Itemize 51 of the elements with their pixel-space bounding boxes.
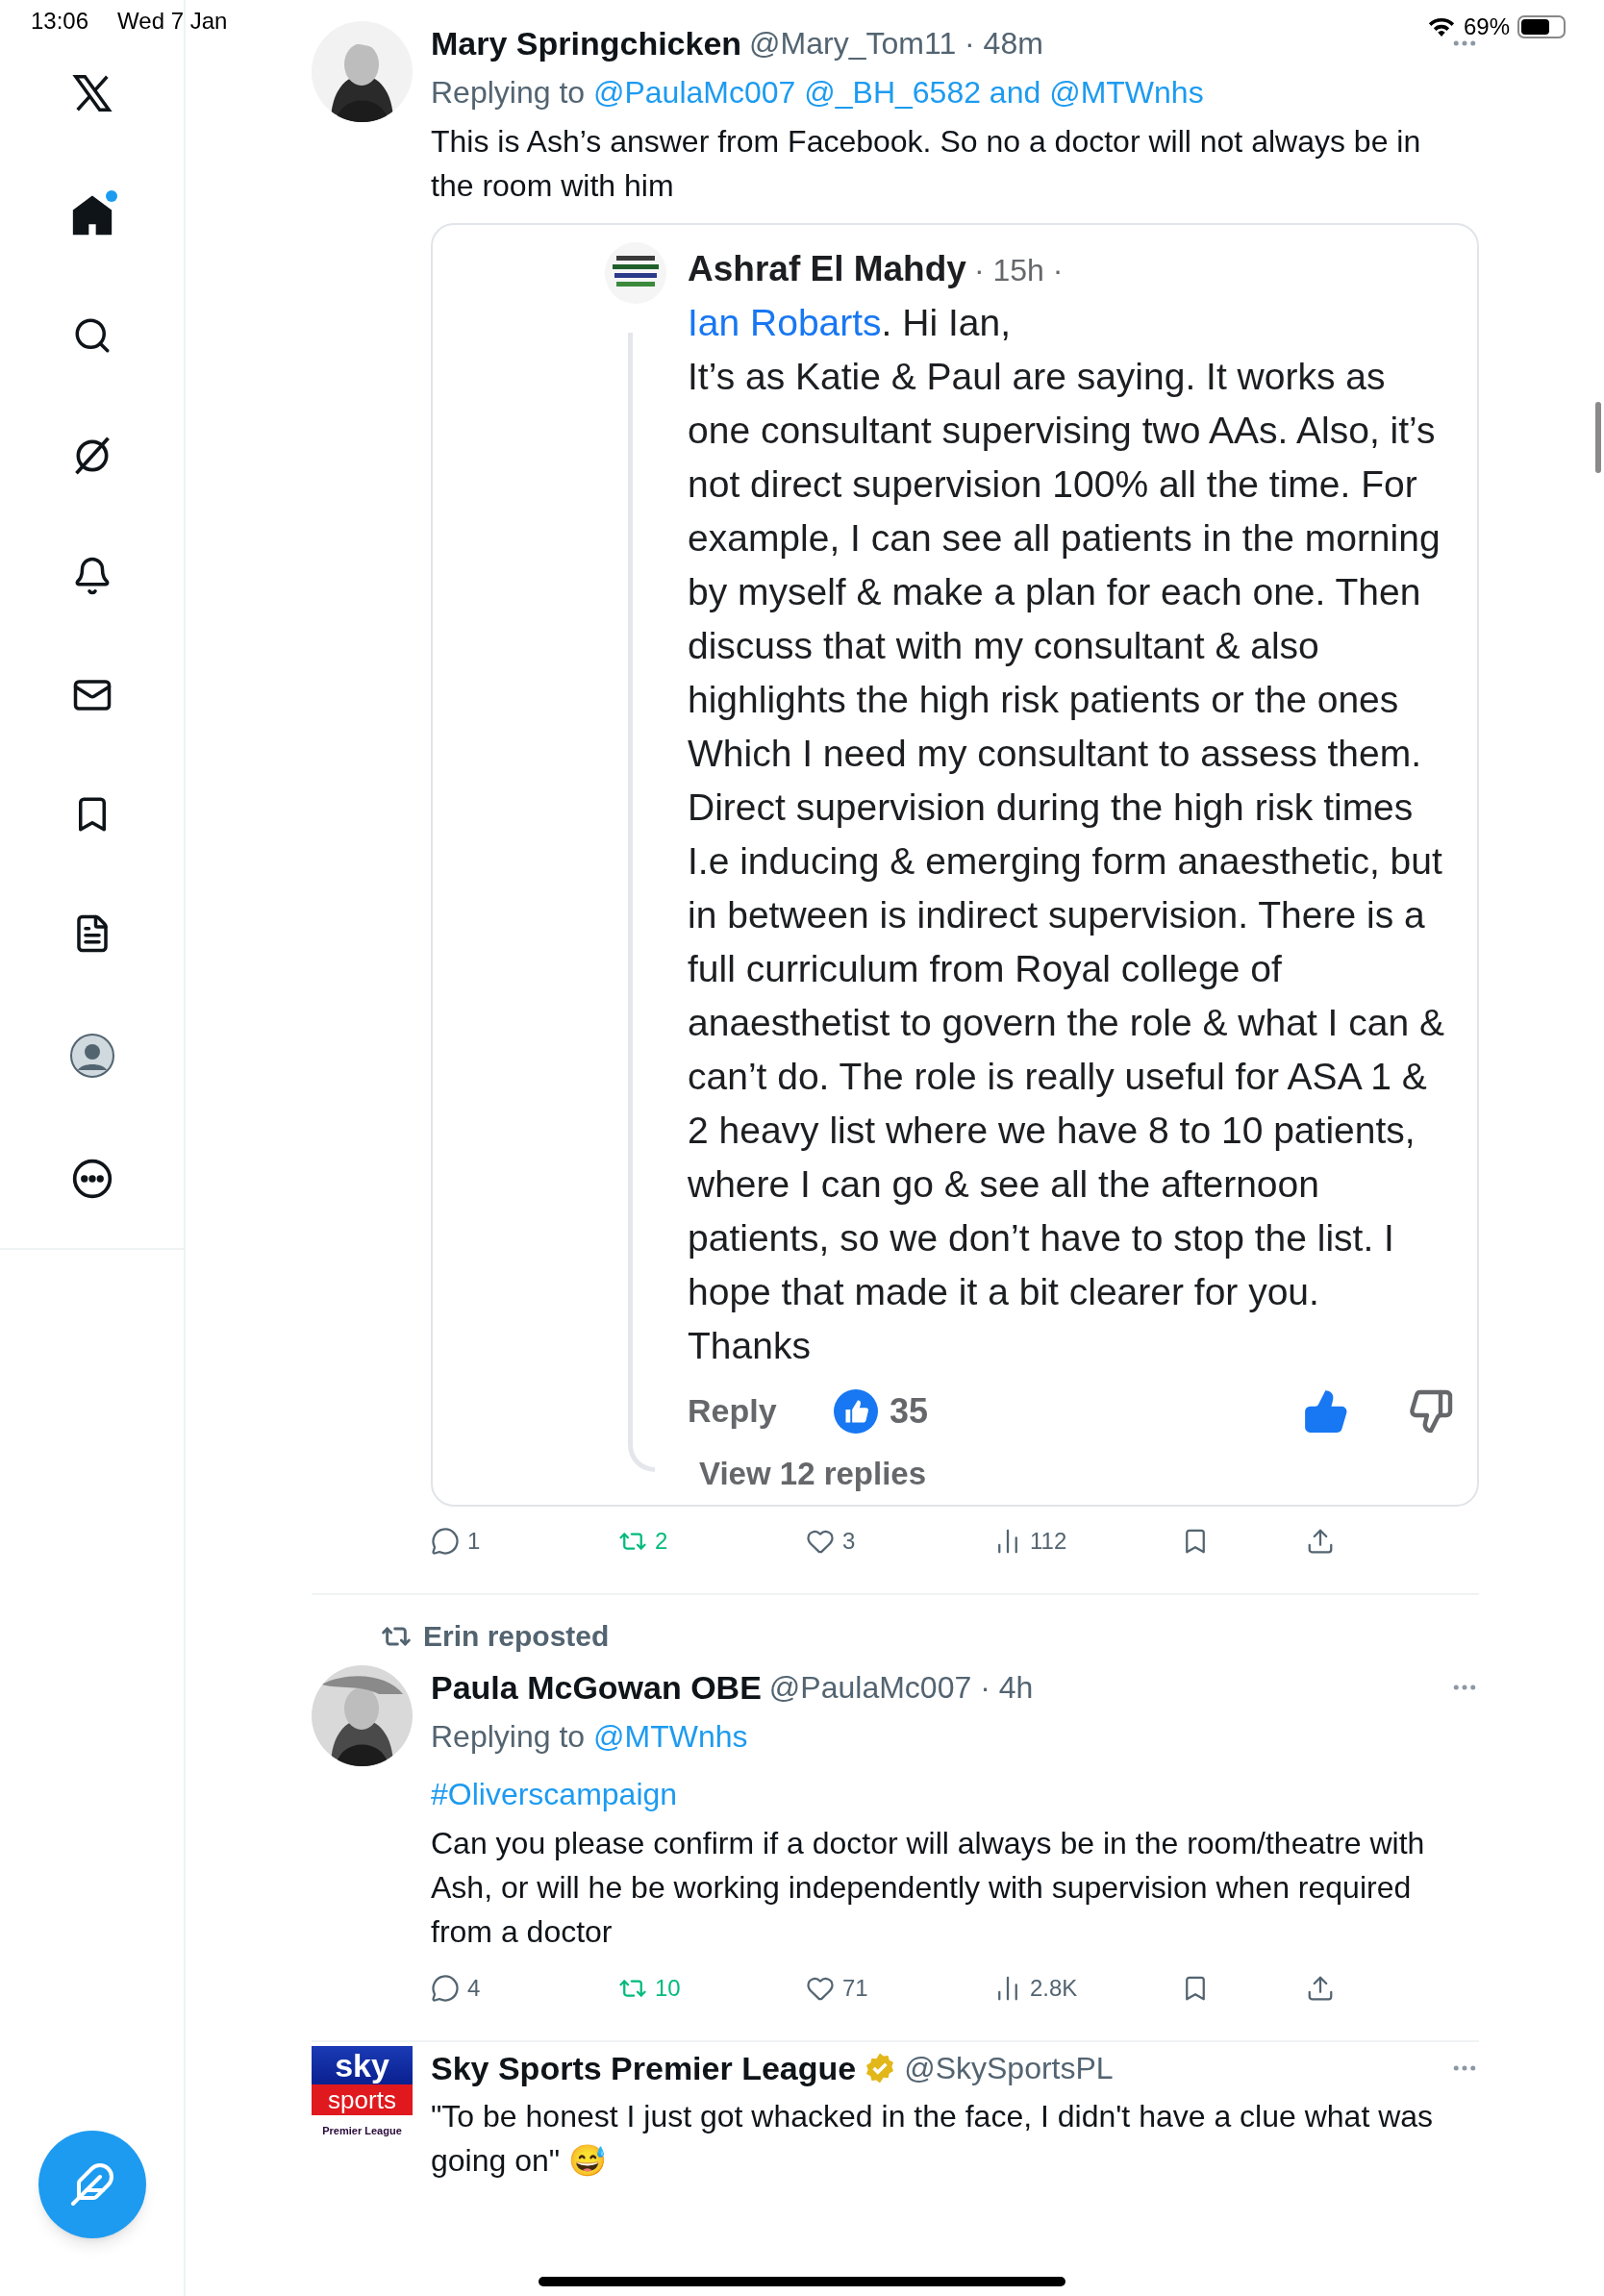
share-icon[interactable] <box>1306 1974 1335 2003</box>
comment-text: Ian Robarts. Hi Ian, It’s as Katie & Paul are saying. It works as one consultant supervising two AAs. Also, it’s not direct supervision 100% all the time. For example, I can see all patients in the morning by myself & make a plan for each one. Then discuss that with my consultant & also highlights the high risk patients or the ones Which I need my consultant to assess them. Direct supervision during the high risk times I.e inducing & emerging form anaesthetic, but in between is indirect supervision. There is a full curriculum from Royal college of anaesthetist to govern the role & what I can & can’t do. The role is really useful for ASA 1 & 2 heavy list where we have 8 to 10 patients, where I can go & see all the afternoon patients, so we don’t have to stop the list. I hope that made it a bit clearer for you. Thanks <box>688 300 1445 1368</box>
thumbs-down-icon[interactable] <box>1408 1387 1454 1435</box>
handle-and-time: @SkySportsPL <box>904 2050 1114 2087</box>
more-icon[interactable] <box>70 1158 113 1200</box>
repost-label[interactable]: Erin reposted <box>423 1614 610 1658</box>
author-name[interactable]: Ashraf El Mahdy <box>688 242 966 296</box>
profile-avatar-icon[interactable] <box>68 1033 115 1079</box>
status-time: 13:06 <box>31 7 89 36</box>
hashtag-link[interactable]: #Oliverscampaign <box>431 1771 1479 1817</box>
repost-count: 10 <box>655 1974 681 2003</box>
logo-text: Premier League <box>322 2126 402 2136</box>
comment-count: 1 <box>467 1527 481 1556</box>
logo-text: sky <box>335 2049 389 2082</box>
repost-count: 2 <box>655 1527 668 1556</box>
post-text: This is Ash’s answer from Facebook. So no a doctor will not always be in the room with him <box>431 123 1422 205</box>
feather-icon <box>68 2161 115 2208</box>
replying-to-text: Replying to @PaulaMc007 @_BH_6582 and @MTWnhs <box>431 74 1205 112</box>
comment-count: 4 <box>467 1974 481 2003</box>
like-count-icon <box>834 1388 878 1434</box>
post-time: · 15h · <box>973 252 1064 289</box>
mention-link[interactable]: @MTWnhs <box>593 1719 748 1754</box>
mention-link[interactable]: @_BH_6582 <box>804 75 981 110</box>
share-icon[interactable] <box>1306 1527 1335 1556</box>
heart-count: 3 <box>842 1527 856 1556</box>
logo-text: sports <box>328 2087 396 2112</box>
author-name[interactable]: Sky Sports Premier League <box>431 2043 857 2093</box>
quoted-card[interactable] <box>431 223 1479 1507</box>
reply-link[interactable]: Reply <box>688 1386 834 1435</box>
battery-icon <box>1517 15 1566 38</box>
handle-and-time: @Mary_Tom11 · 48m <box>749 25 1043 62</box>
view-replies-link[interactable]: View 12 replies <box>699 1449 927 1497</box>
comment-icon[interactable] <box>431 1974 460 2003</box>
like-count: 35 <box>890 1389 929 1433</box>
bar-chart-count: 112 <box>1030 1527 1067 1556</box>
mention-link[interactable]: @PaulaMc007 <box>593 75 796 110</box>
heart-count: 71 <box>842 1974 868 2003</box>
author-name[interactable]: Paula McGowan OBE <box>431 1662 762 1712</box>
post-text: "To be honest I just got whacked in the face, I didn't have a clue what was going on" 😅 <box>431 2098 1435 2180</box>
author-name[interactable]: Mary Springchicken <box>431 18 742 68</box>
scroll-bar[interactable] <box>1595 402 1601 473</box>
post-text: Can you please confirm if a doctor will always be in the room/theatre with Ash, or will he be working independently with supervision when required from a doctor <box>431 1825 1426 1951</box>
mention-link[interactable]: @MTWnhs <box>1049 75 1204 110</box>
replying-to-text: Replying to @MTWnhs <box>431 1718 749 1756</box>
comment-icon[interactable] <box>431 1527 460 1556</box>
status-date: Wed 7 Jan <box>117 7 228 36</box>
mention-link[interactable]: Ian Robarts <box>688 301 882 343</box>
wifi-icon <box>1426 15 1456 38</box>
battery-percentage: 69% <box>1463 12 1510 41</box>
handle-and-time: @PaulaMc007 · 4h <box>768 1669 1034 1707</box>
bar-chart-count: 2.8K <box>1030 1974 1078 2003</box>
